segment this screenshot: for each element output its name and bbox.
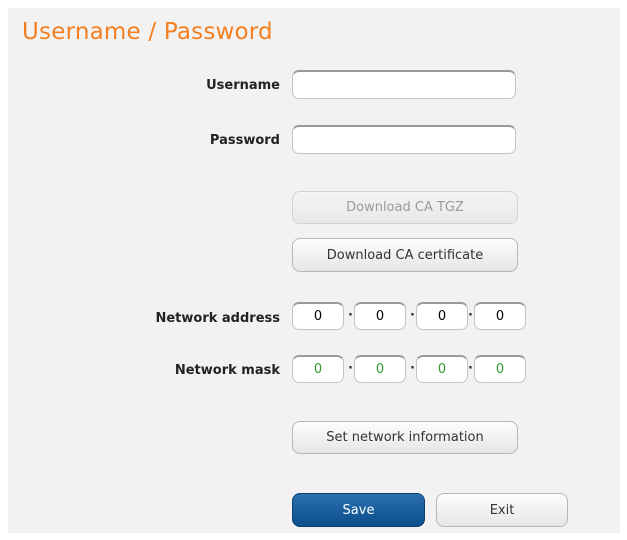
download-ca-certificate-button[interactable]: Download CA certificate [292,238,518,272]
network-address-octet[interactable]: 0 [416,302,468,330]
exit-button[interactable]: Exit [436,493,568,527]
network-mask-octet[interactable]: 0 [354,355,406,383]
network-address-octet[interactable]: 0 [474,302,526,330]
network-mask-field: 0 · 0 · 0 · 0 [292,355,526,383]
network-mask-octet[interactable]: 0 [292,355,344,383]
network-mask-octet[interactable]: 0 [416,355,468,383]
network-address-label: Network address [155,311,280,326]
download-ca-tgz-button[interactable]: Download CA TGZ [292,191,518,224]
network-address-octet[interactable]: 0 [354,302,406,330]
username-input[interactable] [292,70,516,99]
octet-separator: · [348,308,353,323]
network-address-octet[interactable]: 0 [292,302,344,330]
network-mask-label: Network mask [174,363,280,378]
save-button[interactable]: Save [292,493,425,527]
octet-separator: · [468,308,473,323]
set-network-information-button[interactable]: Set network information [292,421,518,454]
octet-separator: · [468,361,473,376]
network-address-field: 0 · 0 · 0 · 0 [292,302,526,330]
network-mask-octet[interactable]: 0 [474,355,526,383]
octet-separator: · [410,361,415,376]
username-label: Username [206,78,280,93]
password-input[interactable] [292,125,516,154]
password-label: Password [209,133,280,148]
page-title: Username / Password [22,19,273,45]
octet-separator: · [348,361,353,376]
octet-separator: · [410,308,415,323]
